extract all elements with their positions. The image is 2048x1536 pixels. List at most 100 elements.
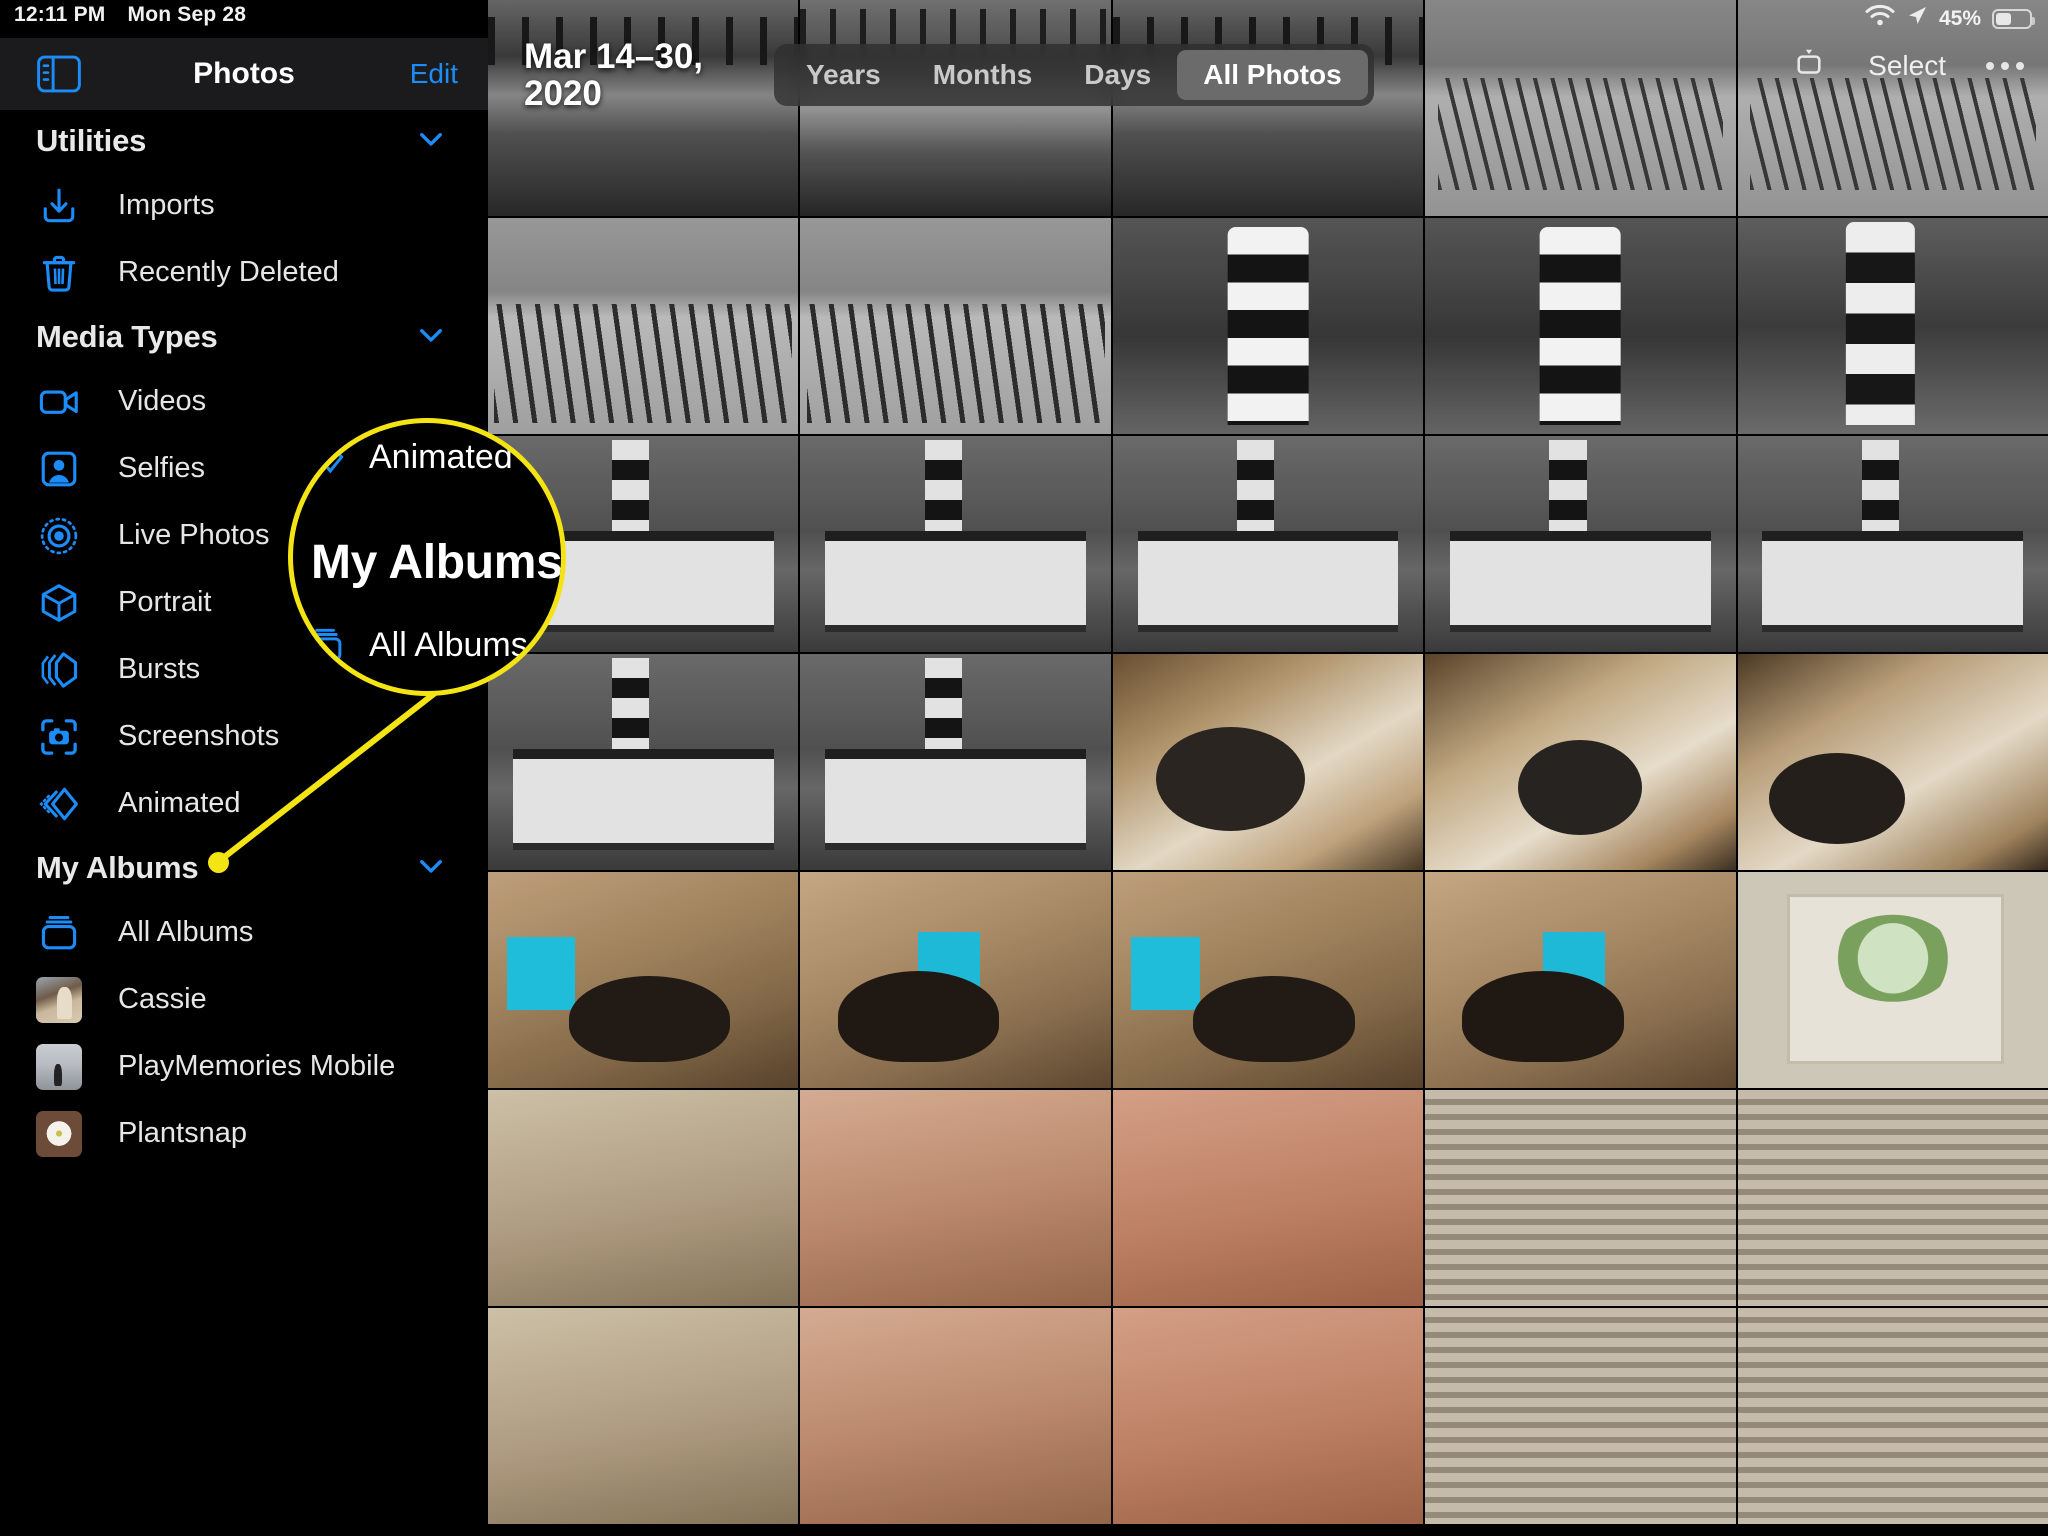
photo-thumbnail[interactable] [800, 218, 1111, 434]
toolbar-right-actions: Select [1790, 44, 2024, 87]
photo-thumbnail[interactable] [1425, 654, 1736, 870]
photo-thumbnail[interactable] [1112, 654, 1424, 870]
photo-overlay [1112, 218, 1424, 434]
sidebar-item-playmemories-mobile[interactable]: PlayMemories Mobile [0, 1033, 488, 1100]
sidebar-item-label: Recently Deleted [118, 256, 339, 288]
select-button[interactable]: Select [1868, 50, 1946, 82]
photo-thumbnail[interactable] [1425, 436, 1736, 652]
segment-days[interactable]: Days [1058, 50, 1177, 100]
sidebar-item-plantsnap[interactable]: Plantsnap [0, 1100, 488, 1167]
photo-overlay [800, 1308, 1111, 1524]
chevron-down-icon[interactable] [414, 318, 448, 357]
segment-months[interactable]: Months [907, 50, 1059, 100]
photo-thumbnail[interactable] [800, 872, 1111, 1088]
photo-overlay [1425, 436, 1736, 652]
segment-all-photos[interactable]: All Photos [1177, 50, 1368, 100]
photo-thumbnail[interactable] [488, 436, 799, 652]
photo-thumbnail[interactable] [1425, 872, 1736, 1088]
sidebar-item-all-albums[interactable]: All Albums [0, 899, 488, 966]
photo-thumbnail[interactable] [488, 218, 799, 434]
photo-thumbnail[interactable] [488, 654, 799, 870]
photo-overlay [800, 1090, 1111, 1306]
photo-overlay [1112, 1308, 1424, 1524]
sidebar-item-portrait[interactable]: Portrait [0, 569, 488, 636]
sidebar-section-header-my-albums[interactable]: My Albums [0, 837, 488, 899]
chevron-down-icon[interactable] [414, 849, 448, 888]
photo-overlay [1425, 654, 1736, 870]
photo-overlay [488, 1090, 799, 1306]
sidebar-header: Photos Edit [0, 38, 488, 110]
sidebar-item-selfies[interactable]: Selfies [0, 435, 488, 502]
sidebar-item-recently-deleted[interactable]: Recently Deleted [0, 239, 488, 306]
photo-thumbnail[interactable] [1112, 1308, 1424, 1524]
photo-thumbnail[interactable] [1425, 1090, 1736, 1306]
animated-chevrons-icon [36, 781, 82, 827]
photo-thumbnail[interactable] [488, 1090, 799, 1306]
photo-overlay [488, 436, 799, 652]
photo-overlay [1737, 654, 2048, 870]
time-scope-segmented-control[interactable]: Years Months Days All Photos [774, 44, 1374, 106]
photo-thumbnail[interactable] [1737, 218, 2048, 434]
photo-overlay [488, 218, 799, 434]
sidebar-item-label: Plantsnap [118, 1117, 247, 1149]
chevron-down-icon[interactable] [414, 122, 448, 161]
sidebar-item-screenshots[interactable]: Screenshots [0, 703, 488, 770]
photo-overlay [800, 872, 1111, 1088]
photo-thumbnail[interactable] [1112, 872, 1424, 1088]
photo-thumbnail[interactable] [800, 654, 1111, 870]
photo-thumbnail[interactable] [1737, 436, 2048, 652]
photo-grid[interactable] [488, 0, 2048, 1536]
photo-thumbnail[interactable] [800, 1308, 1111, 1524]
photo-thumbnail[interactable] [488, 1308, 799, 1524]
photo-thumbnail[interactable] [488, 872, 799, 1088]
sidebar-section-header-utilities[interactable]: Utilities [0, 110, 488, 172]
photo-thumbnail[interactable] [1737, 1308, 2048, 1524]
trash-icon [36, 250, 82, 296]
photo-overlay [1737, 0, 2048, 216]
photo-overlay [1112, 436, 1424, 652]
sidebar-item-live-photos[interactable]: Live Photos [0, 502, 488, 569]
edit-button[interactable]: Edit [410, 58, 458, 90]
photo-overlay [1425, 218, 1736, 434]
sidebar-list[interactable]: Utilities Imports Recently Deleted Media Ty… [0, 110, 488, 1167]
sidebar-item-label: Animated [118, 787, 241, 819]
sidebar-item-label: Screenshots [118, 720, 280, 752]
sidebar-item-label: Imports [118, 189, 215, 221]
sidebar-item-animated[interactable]: Animated [0, 770, 488, 837]
photo-thumbnail[interactable] [800, 0, 1111, 216]
sidebar-section-title: My Albums [36, 850, 199, 885]
photo-overlay [800, 654, 1111, 870]
sidebar-item-imports[interactable]: Imports [0, 172, 488, 239]
photo-thumbnail[interactable] [1425, 0, 1736, 216]
sidebar-item-videos[interactable]: Videos [0, 368, 488, 435]
photo-thumbnail[interactable] [488, 0, 799, 216]
sidebar-item-bursts[interactable]: Bursts [0, 636, 488, 703]
photo-thumbnail[interactable] [1112, 436, 1424, 652]
aspect-zoom-icon[interactable] [1790, 44, 1828, 87]
photo-overlay [488, 872, 799, 1088]
photo-thumbnail[interactable] [1737, 0, 2048, 216]
photo-thumbnail[interactable] [1737, 872, 2048, 1088]
photo-overlay [1112, 1090, 1424, 1306]
segment-years[interactable]: Years [780, 50, 907, 100]
photo-thumbnail[interactable] [1112, 0, 1424, 216]
live-photo-icon [36, 513, 82, 559]
sidebar-section-header-media-types[interactable]: Media Types [0, 306, 488, 368]
photos-sidebar[interactable]: Utilities Imports Recently Deleted Media Ty… [0, 0, 488, 1536]
photo-overlay [1425, 872, 1736, 1088]
photo-thumbnail[interactable] [1112, 218, 1424, 434]
photo-overlay [1425, 1308, 1736, 1524]
sidebar-item-cassie[interactable]: Cassie [0, 966, 488, 1033]
photo-thumbnail[interactable] [800, 1090, 1111, 1306]
photo-thumbnail[interactable] [1737, 654, 2048, 870]
photo-thumbnail[interactable] [1737, 1090, 2048, 1306]
screenshot-camera-icon [36, 714, 82, 760]
photo-thumbnail[interactable] [1425, 1308, 1736, 1524]
photo-overlay [1737, 872, 2048, 1088]
photo-thumbnail[interactable] [1425, 218, 1736, 434]
sidebar-item-label: Selfies [118, 452, 206, 484]
photo-overlay [1425, 0, 1736, 216]
photo-thumbnail[interactable] [1112, 1090, 1424, 1306]
ellipsis-icon[interactable] [1986, 61, 2024, 70]
photo-thumbnail[interactable] [800, 436, 1111, 652]
